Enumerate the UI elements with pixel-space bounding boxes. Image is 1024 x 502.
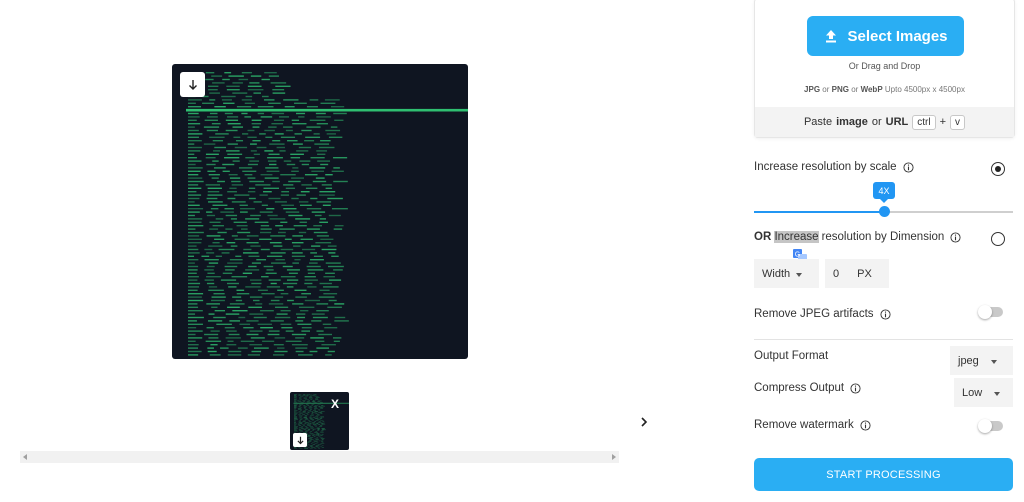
select-images-button[interactable]: Select Images [807,16,964,56]
output-format-label: Output Format [754,350,829,362]
watermark-label: Remove watermark [754,419,854,431]
format-size-limit: Upto 4500px x 4500px [884,85,965,94]
dimension-radio[interactable] [991,232,1005,246]
key-plus: + [939,116,947,128]
scale-radio[interactable] [991,162,1005,176]
paste-image-word: image [836,116,868,128]
thumbnail[interactable]: X [290,392,349,450]
info-icon[interactable] [950,231,961,243]
paste-url-row[interactable]: Paste image or URL ctrl + v [755,107,1014,137]
chevron-right-icon[interactable] [637,414,651,430]
compress-output-option: Compress Output [754,382,861,394]
toggle-knob [978,305,992,319]
paste-prefix: Paste [803,116,833,128]
download-button[interactable] [180,72,205,97]
slider-thumb[interactable] [878,206,890,217]
info-icon[interactable] [903,161,914,173]
scale-option: Increase resolution by scale [754,161,914,173]
arrow-down-icon [188,79,197,90]
output-format-select[interactable]: jpeg [950,346,1013,375]
compress-output-select[interactable]: Low [954,378,1013,407]
scroll-left-icon[interactable] [23,454,27,460]
paste-url-word: URL [885,116,909,128]
thumbnail-close-button[interactable]: X [331,397,339,411]
upload-icon [826,30,837,43]
watermark-option: Remove watermark [754,419,871,431]
slider-value-tooltip: 4X [873,182,895,203]
info-icon[interactable] [879,308,891,320]
watermark-toggle[interactable] [978,419,1003,433]
scale-slider[interactable]: 4X [754,182,1013,217]
terminal-screenshot [186,72,468,356]
dimension-label: OR Increase resolution by Dimension [754,231,944,243]
key-v: v [950,114,966,130]
dimension-select[interactable]: Width [754,259,819,288]
format-or: or [851,85,859,94]
slider-fill [754,211,884,213]
output-format-option: Output Format [754,350,828,362]
arrow-down-icon [296,436,304,444]
dimension-select-value: Width [762,267,791,280]
toggle-knob [978,419,992,433]
scale-label: Increase resolution by scale [754,161,897,173]
compress-output-value: Low [962,386,983,399]
output-format-value: jpeg [958,354,979,367]
dimension-unit: PX [857,267,872,280]
format-webp: WebP [860,85,883,94]
info-icon[interactable] [860,419,871,431]
thumbnail-download-button[interactable] [293,433,307,447]
start-processing-button[interactable]: START PROCESSING [754,458,1013,491]
format-png: PNG [831,85,849,94]
info-icon[interactable] [850,382,861,394]
chevron-down-icon [796,273,803,277]
select-images-label: Select Images [847,27,948,45]
supported-formats: JPG or PNG or WebP Upto 4500px x 4500px [755,85,1014,94]
chevron-down-icon [990,360,997,364]
paste-or: or [871,116,882,128]
chevron-down-icon [994,392,1001,396]
dimension-label-rest: resolution by Dimension [821,231,945,243]
compress-output-label: Compress Output [754,382,845,394]
dimension-input-value: 0 [833,267,840,280]
dimension-input[interactable]: 0 PX [825,259,889,288]
drag-drop-text: Or Drag and Drop [848,61,921,71]
key-ctrl: ctrl [912,114,936,130]
dimension-option: OR Increase resolution by Dimension [754,231,961,243]
jpeg-artifacts-toggle[interactable] [978,305,1003,319]
jpeg-artifacts-label: Remove JPEG artifacts [754,308,874,320]
or-label: OR [754,231,772,243]
format-or: or [822,85,830,94]
divider [754,339,1013,340]
upload-card: Select Images Or Drag and Drop JPG or PN… [754,0,1015,138]
jpeg-artifacts-option: Remove JPEG artifacts [754,308,891,320]
format-jpg: JPG [804,85,821,94]
scroll-right-icon[interactable] [612,454,616,460]
svg-text:G: G [795,252,800,259]
highlighted-word: Increase [774,231,819,243]
preview-image [172,64,468,359]
page: X Select Images Or Drag and Drop JPG or … [0,0,1024,502]
horizontal-scrollbar[interactable] [20,451,619,463]
